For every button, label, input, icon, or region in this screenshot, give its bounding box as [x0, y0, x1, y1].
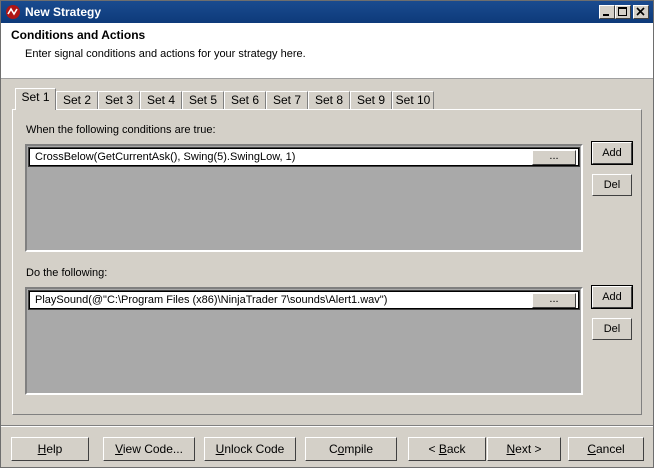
- tab-set-1[interactable]: Set 1: [15, 88, 56, 110]
- view-code-button[interactable]: View Code...: [103, 437, 195, 461]
- new-strategy-window: New Strategy Conditions and Actions Ente…: [0, 0, 654, 468]
- edit-action-button[interactable]: ...: [532, 293, 576, 308]
- back-button[interactable]: < Back: [408, 437, 486, 461]
- tab-set-10[interactable]: Set 10: [392, 91, 434, 110]
- add-condition-button[interactable]: Add: [591, 141, 633, 165]
- next-button-accelerator: N: [506, 442, 516, 456]
- condition-row[interactable]: CrossBelow(GetCurrentAsk(), Swing(5).Swi…: [28, 147, 580, 167]
- help-button[interactable]: Help: [11, 437, 89, 461]
- tab-set-2[interactable]: Set 2: [56, 91, 98, 110]
- conditions-list[interactable]: CrossBelow(GetCurrentAsk(), Swing(5).Swi…: [25, 144, 583, 252]
- close-button[interactable]: [633, 5, 649, 19]
- back-button-accelerator: B: [438, 442, 447, 456]
- conditions-label: When the following conditions are true:: [26, 124, 216, 136]
- compile-button[interactable]: Compile: [305, 437, 397, 461]
- unlock-code-button-label-post: nlock Code: [224, 442, 285, 456]
- minimize-icon: [603, 14, 609, 16]
- next-button[interactable]: Next >: [487, 437, 561, 461]
- tab-set-6[interactable]: Set 6: [224, 91, 266, 110]
- view-code-button-accelerator: V: [115, 442, 123, 456]
- minimize-button[interactable]: [599, 5, 615, 19]
- delete-action-button[interactable]: Del: [592, 318, 632, 340]
- maximize-icon: [618, 7, 627, 16]
- actions-label: Do the following:: [26, 267, 108, 279]
- edit-condition-button[interactable]: ...: [532, 150, 576, 165]
- maximize-button[interactable]: [615, 5, 631, 19]
- tab-page-set-1: When the following conditions are true: …: [12, 109, 642, 415]
- unlock-code-button-accelerator: U: [215, 442, 225, 456]
- close-icon: [636, 7, 645, 16]
- tab-set-3[interactable]: Set 3: [98, 91, 140, 110]
- tab-set-9[interactable]: Set 9: [350, 91, 392, 110]
- tab-set-8[interactable]: Set 8: [308, 91, 350, 110]
- page-subtitle: Enter signal conditions and actions for …: [25, 48, 306, 60]
- back-button-label-pre: <: [428, 442, 439, 456]
- window-title: New Strategy: [25, 5, 102, 19]
- compile-button-label-post: mpile: [344, 442, 374, 456]
- cancel-button[interactable]: Cancel: [568, 437, 644, 461]
- back-button-label-post: ack: [446, 442, 466, 456]
- tab-set-4[interactable]: Set 4: [140, 91, 182, 110]
- footer-divider: [1, 425, 653, 427]
- actions-list[interactable]: PlaySound(@"C:\Program Files (x86)\Ninja…: [25, 287, 583, 395]
- page-title: Conditions and Actions: [11, 28, 146, 42]
- delete-condition-button[interactable]: Del: [592, 174, 632, 196]
- title-bar[interactable]: New Strategy: [1, 1, 653, 23]
- unlock-code-button[interactable]: Unlock Code: [204, 437, 296, 461]
- next-button-label-post: ext >: [515, 442, 542, 456]
- tab-set-5[interactable]: Set 5: [182, 91, 224, 110]
- cancel-button-label-post: ancel: [595, 442, 625, 456]
- help-button-label-post: elp: [46, 442, 63, 456]
- wizard-header: Conditions and Actions Enter signal cond…: [1, 23, 653, 79]
- action-row[interactable]: PlaySound(@"C:\Program Files (x86)\Ninja…: [28, 290, 580, 310]
- add-action-button[interactable]: Add: [591, 285, 633, 309]
- ninjatrader-logo-icon: [6, 5, 20, 19]
- condition-text: CrossBelow(GetCurrentAsk(), Swing(5).Swi…: [35, 151, 296, 163]
- compile-button-label-pre: C: [328, 442, 338, 456]
- cancel-button-accelerator: C: [587, 442, 596, 456]
- tab-set-7[interactable]: Set 7: [266, 91, 308, 110]
- view-code-button-label-post: iew Code...: [122, 442, 183, 456]
- action-text: PlaySound(@"C:\Program Files (x86)\Ninja…: [35, 294, 388, 306]
